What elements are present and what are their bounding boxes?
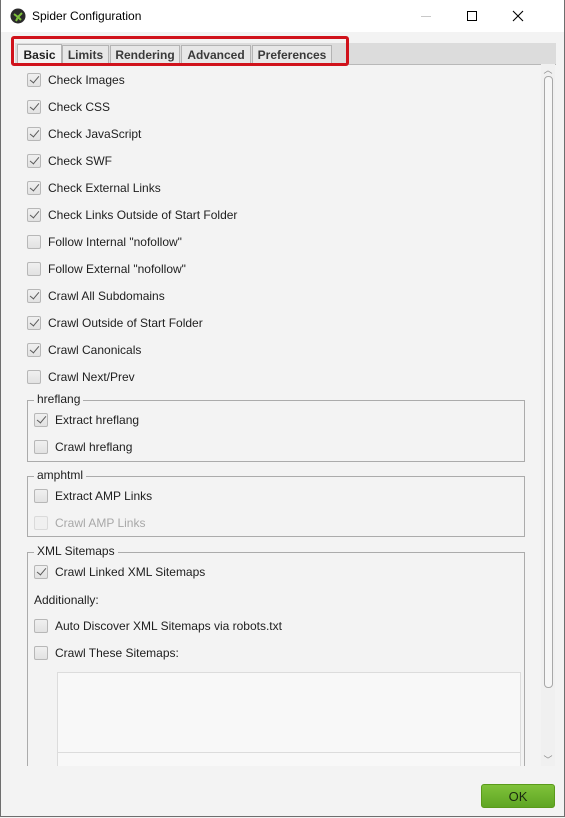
minimize-button[interactable]: [403, 0, 449, 32]
option-label: Extract hreflang: [55, 413, 140, 427]
checkbox[interactable]: [27, 316, 41, 330]
spider-configuration-dialog: Spider Configuration Basic Limits Render…: [0, 0, 565, 817]
tab-bar: Basic Limits Rendering Advanced Preferen…: [15, 43, 556, 65]
checkbox: [34, 516, 48, 530]
tab-label: Limits: [67, 48, 104, 62]
additionally-label: Additionally:: [34, 593, 99, 607]
option-label: Check Links Outside of Start Folder: [48, 208, 238, 222]
checkbox[interactable]: [27, 262, 41, 276]
maximize-icon: [467, 11, 477, 21]
option-label: Crawl Linked XML Sitemaps: [55, 565, 206, 579]
basic-tab-panel: Check Images Check CSS Check JavaScript …: [15, 64, 543, 766]
checkbox[interactable]: [27, 127, 41, 141]
tab-label: Basic: [23, 48, 56, 62]
minimize-icon: [421, 15, 431, 17]
follow-internal-nofollow-option[interactable]: Follow Internal "nofollow": [27, 233, 182, 251]
tab-preferences[interactable]: Preferences: [252, 45, 332, 64]
option-label: Follow Internal "nofollow": [48, 235, 182, 249]
checkbox[interactable]: [34, 619, 48, 633]
option-label: Check SWF: [48, 154, 113, 168]
tab-basic[interactable]: Basic: [17, 44, 62, 65]
crawl-amp-links-option: Crawl AMP Links: [34, 514, 145, 532]
checkbox[interactable]: [27, 289, 41, 303]
check-css-option[interactable]: Check CSS: [27, 98, 110, 116]
check-links-outside-start-folder-option[interactable]: Check Links Outside of Start Folder: [27, 206, 237, 224]
option-label: Check External Links: [48, 181, 161, 195]
checkbox[interactable]: [27, 370, 41, 384]
tab-rendering[interactable]: Rendering: [110, 45, 180, 64]
sitemaps-list-divider: [58, 752, 520, 753]
checkbox[interactable]: [34, 489, 48, 503]
follow-external-nofollow-option[interactable]: Follow External "nofollow": [27, 260, 186, 278]
crawl-linked-xml-sitemaps-option[interactable]: Crawl Linked XML Sitemaps: [34, 563, 205, 581]
ok-button[interactable]: OK: [481, 784, 555, 808]
maximize-button[interactable]: [449, 0, 495, 32]
xml-sitemaps-group: XML Sitemaps Crawl Linked XML Sitemaps A…: [27, 544, 525, 766]
checkbox[interactable]: [27, 343, 41, 357]
group-title: amphtml: [34, 468, 87, 482]
checkbox[interactable]: [27, 235, 41, 249]
option-label: Check JavaScript: [48, 127, 142, 141]
hreflang-group: hreflang Extract hreflang Crawl hreflang: [27, 392, 525, 462]
option-label: Crawl Next/Prev: [48, 370, 135, 384]
group-title: XML Sitemaps: [34, 544, 118, 558]
option-label: Crawl Canonicals: [48, 343, 142, 357]
crawl-canonicals-option[interactable]: Crawl Canonicals: [27, 341, 141, 359]
amphtml-group: amphtml Extract AMP Links Crawl AMP Link…: [27, 468, 525, 537]
checkbox[interactable]: [27, 181, 41, 195]
crawl-outside-start-folder-option[interactable]: Crawl Outside of Start Folder: [27, 314, 203, 332]
option-label: Check CSS: [48, 100, 111, 114]
crawl-next-prev-option[interactable]: Crawl Next/Prev: [27, 368, 135, 386]
spider-icon: [10, 8, 26, 24]
crawl-hreflang-option[interactable]: Crawl hreflang: [34, 438, 132, 456]
auto-discover-xml-sitemaps-option[interactable]: Auto Discover XML Sitemaps via robots.tx…: [34, 617, 282, 635]
check-javascript-option[interactable]: Check JavaScript: [27, 125, 141, 143]
check-images-option[interactable]: Check Images: [27, 71, 125, 89]
tab-label: Rendering: [115, 48, 175, 62]
option-label: Crawl All Subdomains: [48, 289, 165, 303]
tab-limits[interactable]: Limits: [62, 45, 109, 64]
crawl-these-sitemaps-option[interactable]: Crawl These Sitemaps:: [34, 644, 179, 662]
tab-advanced[interactable]: Advanced: [181, 45, 251, 64]
checkbox[interactable]: [27, 73, 41, 87]
window-title: Spider Configuration: [32, 9, 142, 23]
checkbox[interactable]: [27, 154, 41, 168]
tab-label: Advanced: [187, 48, 245, 62]
scroll-thumb[interactable]: [544, 76, 553, 688]
checkbox[interactable]: [27, 100, 41, 114]
extract-hreflang-option[interactable]: Extract hreflang: [34, 411, 139, 429]
checkbox[interactable]: [34, 565, 48, 579]
checkbox[interactable]: [34, 646, 48, 660]
option-label: Crawl Outside of Start Folder: [48, 316, 203, 330]
scroll-up-icon[interactable]: ︿: [541, 64, 555, 76]
checkbox[interactable]: [34, 413, 48, 427]
checkbox[interactable]: [27, 208, 41, 222]
check-external-links-option[interactable]: Check External Links: [27, 179, 161, 197]
check-swf-option[interactable]: Check SWF: [27, 152, 112, 170]
option-label: Crawl AMP Links: [55, 516, 146, 530]
close-icon: [512, 10, 524, 22]
option-label: Extract AMP Links: [55, 489, 153, 503]
checkbox[interactable]: [34, 440, 48, 454]
option-label: Crawl These Sitemaps:: [55, 646, 179, 660]
group-title: hreflang: [34, 392, 84, 406]
tab-label: Preferences: [257, 48, 327, 62]
close-button[interactable]: [495, 0, 541, 32]
extract-amp-links-option[interactable]: Extract AMP Links: [34, 487, 152, 505]
crawl-all-subdomains-option[interactable]: Crawl All Subdomains: [27, 287, 165, 305]
option-label: Crawl hreflang: [55, 440, 133, 454]
option-label: Follow External "nofollow": [48, 262, 186, 276]
sitemaps-list-textarea[interactable]: [57, 672, 521, 766]
option-label: Check Images: [48, 73, 125, 87]
title-bar: Spider Configuration: [1, 0, 564, 32]
option-label: Auto Discover XML Sitemaps via robots.tx…: [55, 619, 282, 633]
vertical-scrollbar[interactable]: ︿ ﹀: [541, 64, 555, 766]
scroll-down-icon[interactable]: ﹀: [541, 754, 555, 766]
